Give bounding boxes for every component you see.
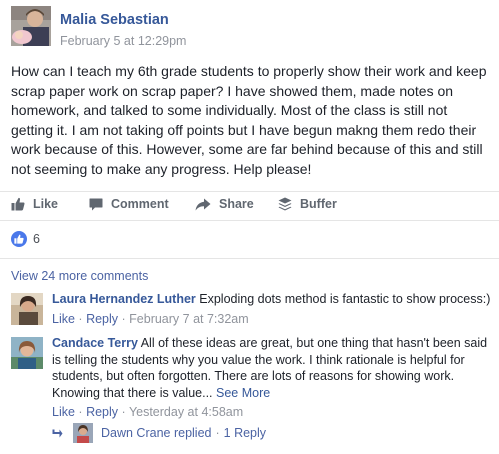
share-button[interactable]: Share [195, 197, 254, 211]
like-label: Like [33, 197, 59, 211]
post-header: Malia Sebastian February 5 at 12:29pm [11, 6, 491, 50]
comment-avatar[interactable] [11, 337, 43, 369]
comment-avatar[interactable] [11, 293, 43, 325]
reply-avatar [73, 423, 93, 443]
share-label: Share [219, 197, 254, 211]
comment-meta: Like · Reply · February 7 at 7:32am [52, 311, 492, 328]
buffer-button[interactable]: Buffer [278, 197, 337, 211]
comment-like-link[interactable]: Like [52, 312, 75, 326]
see-more-link[interactable]: See More [216, 386, 270, 400]
post-timestamp[interactable]: February 5 at 12:29pm [60, 34, 186, 48]
comment-author[interactable]: Candace Terry [52, 336, 138, 350]
meta-separator: · [215, 426, 220, 440]
comment-timestamp[interactable]: February 7 at 7:32am [129, 312, 249, 326]
reply-count: 1 Reply [223, 426, 267, 440]
post-author-name[interactable]: Malia Sebastian [60, 12, 169, 28]
replies-summary[interactable]: Dawn Crane replied · 1 Reply [52, 423, 266, 443]
meta-separator: · [78, 405, 87, 419]
like-button[interactable]: Like [11, 197, 58, 211]
comment-timestamp[interactable]: Yesterday at 4:58am [129, 405, 243, 419]
post-text: How can I teach my 6th grade students to… [11, 63, 487, 177]
comment-button[interactable]: Comment [89, 197, 169, 211]
comment-like-link[interactable]: Like [52, 405, 75, 419]
thumbs-up-icon [11, 231, 27, 247]
post-action-bar: Like Comment Share Buffer [0, 191, 499, 221]
author-avatar[interactable] [11, 6, 51, 46]
comment-text: Exploding dots method is fantastic to sh… [199, 292, 491, 306]
comment-content: Candace Terry All of these ideas are gre… [52, 335, 492, 421]
comment-content: Laura Hernandez Luther Exploding dots me… [52, 291, 492, 327]
comment-label: Comment [111, 197, 169, 211]
meta-separator: · [121, 311, 130, 326]
view-more-comments-link[interactable]: View 24 more comments [11, 269, 148, 283]
comment-reply-link[interactable]: Reply [86, 405, 118, 419]
comment-author[interactable]: Laura Hernandez Luther [52, 292, 196, 306]
comment-meta: Like · Reply · Yesterday at 4:58am [52, 404, 492, 421]
reactions-count: 6 [33, 232, 40, 246]
buffer-label: Buffer [300, 197, 337, 211]
meta-separator: · [121, 405, 129, 419]
buffer-layers-icon [278, 197, 292, 211]
section-divider [0, 258, 499, 259]
replied-text: Dawn Crane replied [101, 426, 212, 440]
share-arrow-icon [195, 198, 211, 210]
comment-icon [89, 198, 103, 210]
thumbs-up-icon [11, 197, 25, 211]
reactions-summary[interactable]: 6 [11, 231, 40, 247]
comment-reply-link[interactable]: Reply [86, 312, 118, 326]
meta-separator: · [78, 311, 87, 326]
reply-arrow-icon [52, 429, 63, 437]
